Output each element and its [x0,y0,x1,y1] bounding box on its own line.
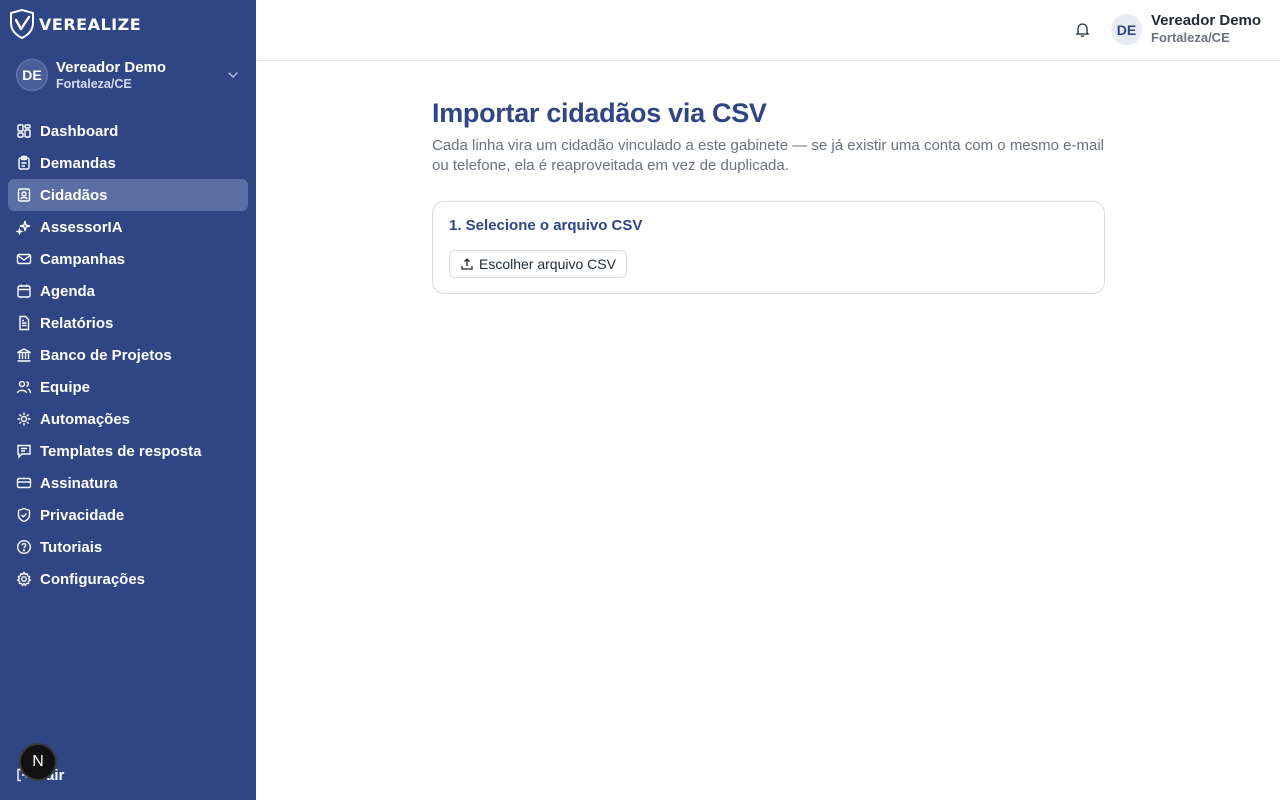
file-text-icon [19,315,30,331]
calendar-icon [17,284,31,298]
account-switcher[interactable]: DE Vereador Demo Fortaleza/CE [16,58,240,92]
sidebar-item-dashboard[interactable]: Dashboard [8,115,248,147]
sidebar-item-label: Privacidade [40,506,125,524]
dev-tools-badge[interactable]: N [19,743,57,781]
sidebar-item-campanhas[interactable]: Campanhas [8,243,248,275]
clipboard-icon [18,155,30,170]
brand-name: VEREALIZE [39,14,142,34]
sidebar-item-assessoria[interactable]: AssessorIA [8,211,248,243]
step-title: 1. Selecione o arquivo CSV [449,217,643,234]
sidebar-item-label: Templates de resposta [40,442,202,460]
page-title: Importar cidadãos via CSV [432,98,767,128]
settings-icon [16,571,32,587]
sidebar-item-label: Relatórios [40,314,114,332]
mail-icon [16,253,32,265]
shield-check-icon [17,507,31,523]
message-square-icon [17,444,31,459]
sidebar-item-cidadaos[interactable]: Cidadãos [8,179,248,211]
sidebar-item-configuracoes[interactable]: Configurações [8,563,248,595]
sidebar-item-privacidade[interactable]: Privacidade [8,499,248,531]
sidebar-nav: Dashboard Demandas Cidadãos AssessorIA C… [8,115,248,595]
sparkles-icon [16,220,31,235]
chevron-down-icon [228,72,238,79]
credit-card-icon [16,477,32,489]
avatar: DE [16,59,48,91]
user-name: Vereador Demo [1151,12,1262,29]
users-icon [16,380,32,394]
sidebar-item-banco-de-projetos[interactable]: Banco de Projetos [8,339,248,371]
sidebar-item-label: Automações [40,410,131,428]
landmark-icon [17,348,31,362]
user-info[interactable]: Vereador Demo Fortaleza/CE [1151,12,1261,46]
bell-icon[interactable] [1074,21,1091,38]
sidebar-item-label: Configurações [40,570,146,588]
brand-logo[interactable]: VEREALIZE [9,9,141,39]
choose-file-button[interactable]: Escolher arquivo CSV [449,250,627,278]
sidebar-item-label: Campanhas [40,250,126,268]
sidebar-item-equipe[interactable]: Equipe [8,371,248,403]
sidebar-item-label: Tutoriais [40,538,103,556]
choose-file-label: Escolher arquivo CSV [479,256,616,272]
sidebar-item-label: AssessorIA [40,218,123,236]
account-city: Fortaleza/CE [56,76,132,91]
logo-icon [10,9,34,39]
user-city: Fortaleza/CE [1151,30,1230,45]
sidebar-item-label: Cidadãos [40,186,108,204]
sidebar-item-label: Agenda [40,282,96,300]
page-description: Cada linha vira um cidadão vinculado a e… [432,137,1104,174]
sidebar-item-automacoes[interactable]: Automações [8,403,248,435]
sidebar-item-label: Assinatura [40,474,118,492]
sidebar: VEREALIZE DE Vereador Demo Fortaleza/CE … [0,0,256,800]
sidebar-item-demandas[interactable]: Demandas [8,147,248,179]
sidebar-item-agenda[interactable]: Agenda [8,275,248,307]
upload-card: 1. Selecione o arquivo CSV Escolher arqu… [432,201,1105,294]
user-avatar[interactable]: DE [1111,14,1142,45]
contact-icon [17,188,31,202]
sidebar-item-label: Dashboard [40,122,119,140]
account-name: Vereador Demo [56,58,167,76]
sidebar-item-assinatura[interactable]: Assinatura [8,467,248,499]
cog-icon [17,412,31,426]
sidebar-item-templates-de-resposta[interactable]: Templates de resposta [8,435,248,467]
sidebar-item-label: Banco de Projetos [40,346,172,364]
sidebar-item-tutoriais[interactable]: Tutoriais [8,531,248,563]
upload-icon [461,258,473,270]
sidebar-item-label: Equipe [40,378,91,396]
dashboard-icon [17,124,31,138]
top-header: DE Vereador Demo Fortaleza/CE [256,0,1280,61]
sidebar-item-label: Demandas [40,154,116,172]
sidebar-item-relatorios[interactable]: Relatórios [8,307,248,339]
help-circle-icon [16,539,32,555]
